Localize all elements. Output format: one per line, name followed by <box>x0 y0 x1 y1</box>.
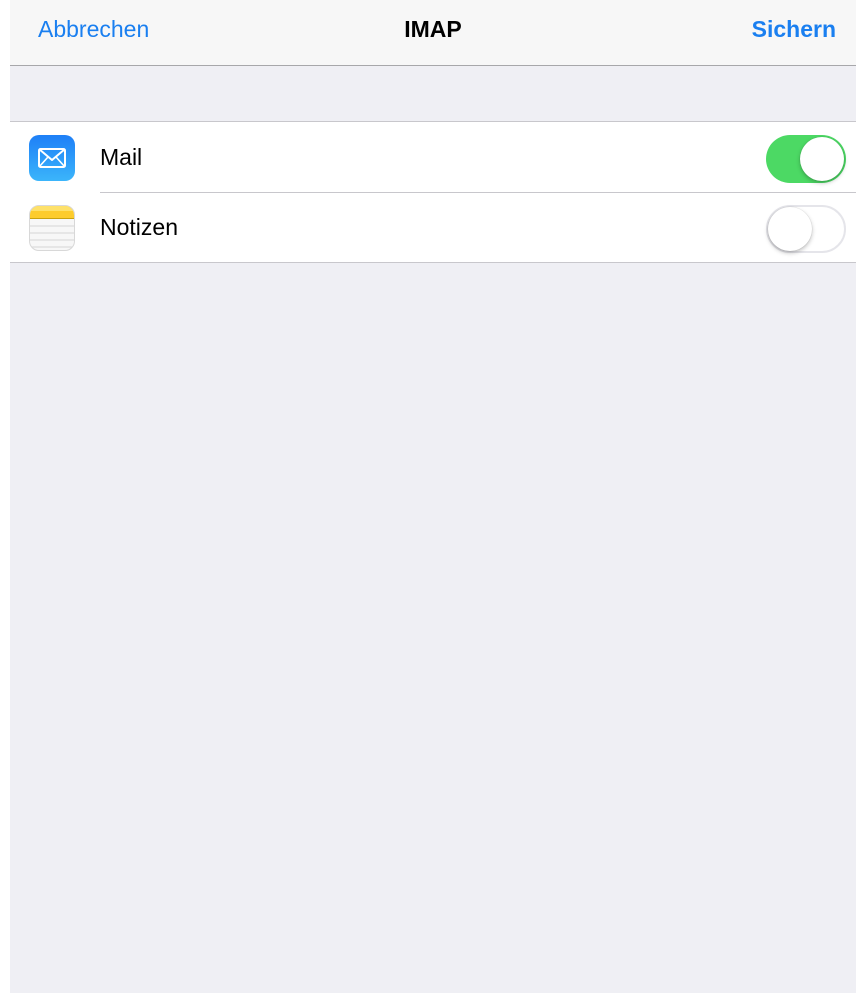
notes-app-icon <box>29 205 75 251</box>
settings-row-mail: Mail <box>10 122 856 192</box>
mail-app-icon <box>29 135 75 181</box>
mail-toggle[interactable] <box>766 135 846 183</box>
navigation-bar: Abbrechen IMAP Sichern <box>10 0 856 66</box>
save-button[interactable]: Sichern <box>752 16 836 43</box>
mail-toggle-knob <box>800 137 844 181</box>
screen: Abbrechen IMAP Sichern Mail Notizen <box>10 0 856 993</box>
notes-label: Notizen <box>100 214 178 240</box>
notes-toggle-knob <box>768 207 812 251</box>
notes-toggle[interactable] <box>766 205 846 253</box>
mail-label: Mail <box>100 144 143 170</box>
settings-row-notes: Notizen <box>10 192 856 262</box>
cancel-button[interactable]: Abbrechen <box>38 16 149 43</box>
settings-group: Mail Notizen <box>10 121 856 263</box>
